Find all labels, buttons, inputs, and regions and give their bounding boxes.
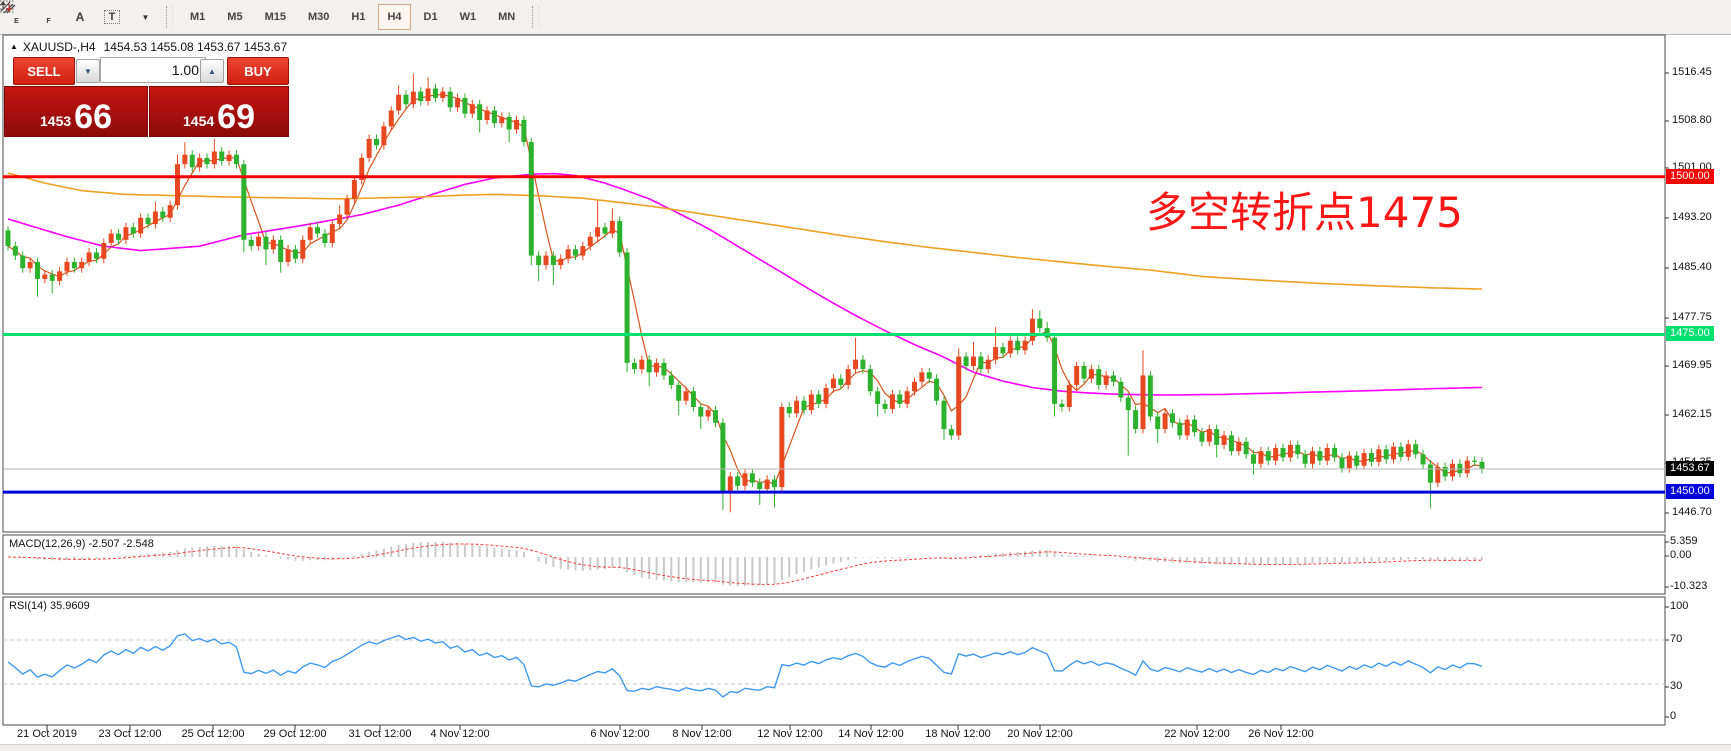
buy-price-display[interactable]: 1454 69 xyxy=(149,86,289,137)
volume-input[interactable] xyxy=(100,57,206,83)
sell-button[interactable]: SELL xyxy=(13,57,75,85)
level-price-label: 1475.00 xyxy=(1666,326,1714,341)
symbol-name: XAUUSD-,H4 xyxy=(23,40,96,54)
mt4-window: E F A T ▼ M1M5M15M30H1H4D1W1MN ▲XAUUSD-,… xyxy=(0,0,1731,751)
rsi-indicator-label: RSI(14) 35.9609 xyxy=(9,600,90,612)
sell-price-main: 1453 xyxy=(40,113,71,129)
sell-price-pips: 66 xyxy=(74,103,112,132)
sell-price-display[interactable]: 1453 66 xyxy=(4,86,148,137)
buy-button[interactable]: BUY xyxy=(227,57,289,85)
one-click-trading-panel: SELL ▼ ▲ BUY 1453 66 1454 69 xyxy=(4,56,289,133)
chart-annotation-text: 多空转折点1475 xyxy=(1146,192,1463,234)
ohlc-values: 1454.53 1455.08 1453.67 1453.67 xyxy=(104,40,288,54)
volume-increase-button[interactable]: ▲ xyxy=(200,59,224,83)
current-price-label: 1453.67 xyxy=(1666,461,1714,476)
volume-decrease-button[interactable]: ▼ xyxy=(76,59,100,83)
buy-price-pips: 69 xyxy=(217,103,255,132)
macd-indicator-label: MACD(12,26,9) -2.507 -2.548 xyxy=(9,538,154,550)
buy-price-main: 1454 xyxy=(183,113,214,129)
collapse-one-click-icon[interactable]: ▲ xyxy=(10,42,18,51)
level-price-label: 1450.00 xyxy=(1666,484,1714,499)
chart-title: ▲ XAUUSD-,H4 1454.53 1455.08 1453.67 1453.… xyxy=(10,40,287,54)
level-price-label: 1500.00 xyxy=(1666,169,1714,184)
